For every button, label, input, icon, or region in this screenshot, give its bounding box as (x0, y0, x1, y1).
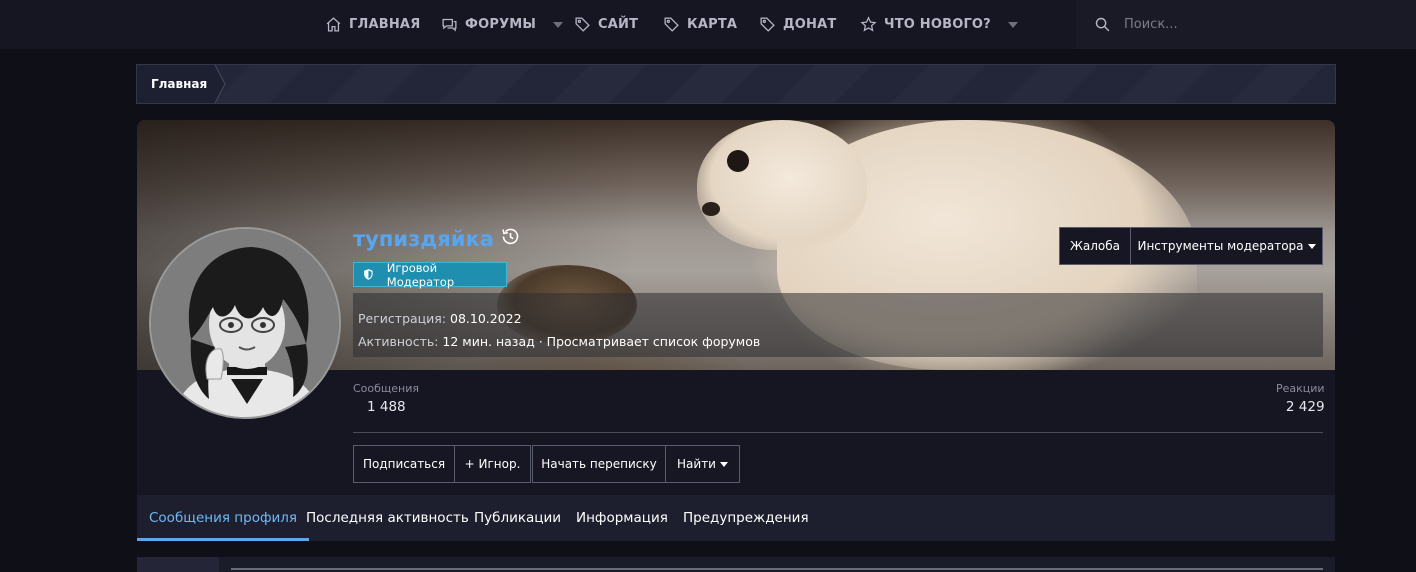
ignore-button-label: + Игнор. (464, 457, 521, 471)
registration-label: Регистрация: (358, 311, 447, 326)
profile-top-actions: Жалоба Инструменты модератора (1059, 227, 1323, 265)
breadcrumb-separator-icon (207, 65, 226, 103)
breadcrumb-home[interactable]: Главная (137, 65, 215, 103)
username[interactable]: тупиздяйка (353, 227, 494, 251)
find-button-label: Найти (677, 457, 716, 471)
activity-label: Активность: (358, 334, 439, 349)
start-conversation-button[interactable]: Начать переписку (533, 446, 665, 482)
shield-icon (364, 269, 373, 280)
search-box (1076, 0, 1416, 49)
chevron-down-icon (1307, 243, 1316, 249)
moderator-tools-label: Инструменты модератора (1137, 239, 1304, 253)
top-navigation: ГЛАВНАЯ ФОРУМЫ САЙТ КАРТА ДОНАТ ЧТО НОВО… (0, 0, 1416, 49)
chat-icon (442, 18, 457, 32)
breadcrumb: Главная (136, 64, 1336, 104)
messages-stat[interactable]: Сообщения 1 488 (353, 382, 419, 415)
profile-posts-panel (137, 557, 1335, 572)
nav-site-label: САЙТ (598, 17, 639, 32)
tab-profile-posts[interactable]: Сообщения профиля (137, 495, 310, 541)
follow-button-label: Подписаться (362, 457, 446, 471)
tab-profile-posts-label: Сообщения профиля (149, 510, 298, 526)
tab-warnings-label: Предупреждения (683, 510, 809, 526)
poster-avatar-placeholder (137, 557, 219, 572)
role-badge: Игровой Модератор (353, 260, 507, 289)
breadcrumb-home-label: Главная (151, 77, 208, 91)
breadcrumb-background (137, 65, 1335, 103)
profile-tabs: Сообщения профиля Последняя активность П… (137, 495, 1335, 541)
nav-donate[interactable]: ДОНАТ (759, 0, 836, 49)
tag-icon (575, 17, 590, 32)
history-icon[interactable] (500, 226, 521, 251)
search-icon[interactable] (1094, 16, 1111, 33)
ignore-button[interactable]: + Игнор. (454, 446, 530, 482)
avatar-image (151, 229, 339, 417)
registration-line: Регистрация: 08.10.2022 (358, 311, 522, 326)
messages-label: Сообщения (353, 382, 420, 395)
nav-site[interactable]: САЙТ (574, 0, 638, 49)
tab-warnings[interactable]: Предупреждения (683, 495, 809, 541)
role-badge-label: Игровой Модератор (386, 260, 455, 289)
tag-icon (760, 17, 775, 32)
avatar[interactable] (149, 227, 341, 419)
post-editor-border[interactable] (231, 568, 1323, 570)
nav-home-label: ГЛАВНАЯ (349, 17, 421, 32)
messages-count: 1 488 (367, 399, 406, 415)
nav-whats-new-label: ЧТО НОВОГО? (884, 17, 991, 32)
tab-latest-activity[interactable]: Последняя активность (306, 495, 469, 541)
reactions-count: 2 429 (1285, 399, 1325, 415)
follow-button[interactable]: Подписаться (354, 446, 454, 482)
tab-postings-label: Публикации (474, 510, 562, 526)
start-conversation-label: Начать переписку (541, 457, 657, 471)
star-icon (860, 16, 877, 32)
stats-divider (353, 432, 1323, 433)
tab-about-label: Информация (576, 510, 668, 526)
search-input[interactable] (1124, 12, 1394, 36)
chevron-down-icon (719, 461, 728, 467)
home-icon (326, 17, 341, 32)
nav-map[interactable]: КАРТА (663, 0, 737, 49)
chevron-down-icon[interactable] (1007, 21, 1018, 28)
profile-card: Регистрация: 08.10.2022 Активность: 12 м… (137, 120, 1335, 541)
chevron-down-icon[interactable] (553, 21, 564, 28)
reactions-stat[interactable]: Реакции 2 429 (1276, 382, 1325, 415)
cover-dog-nose (702, 202, 720, 216)
nav-home[interactable]: ГЛАВНАЯ (325, 0, 420, 49)
activity-line: Активность: 12 мин. назад · Просматривае… (358, 334, 760, 349)
report-button-label: Жалоба (1069, 239, 1121, 253)
tab-about[interactable]: Информация (576, 495, 668, 541)
nav-forums[interactable]: ФОРУМЫ (441, 0, 564, 49)
nav-donate-label: ДОНАТ (783, 17, 837, 32)
tag-icon (664, 17, 679, 32)
nav-map-label: КАРТА (687, 17, 738, 32)
reactions-label: Реакции (1276, 382, 1325, 395)
nav-forums-label: ФОРУМЫ (465, 17, 537, 32)
nav-whats-new[interactable]: ЧТО НОВОГО? (860, 0, 1018, 49)
follow-ignore-group: Подписаться + Игнор. (353, 445, 531, 483)
report-button[interactable]: Жалоба (1060, 228, 1130, 264)
cover-dog-head (697, 120, 867, 250)
find-button[interactable]: Найти (665, 446, 739, 482)
registration-date: 08.10.2022 (450, 311, 522, 326)
username-row: тупиздяйка (353, 226, 521, 251)
tab-postings[interactable]: Публикации (474, 495, 561, 541)
activity-value: 12 мин. назад · Просматривает список фор… (442, 334, 761, 349)
tab-latest-activity-label: Последняя активность (306, 510, 469, 526)
moderator-tools-button[interactable]: Инструменты модератора (1130, 228, 1322, 264)
conversation-find-group: Начать переписку Найти (532, 445, 740, 483)
cover-dog-eye (727, 150, 749, 172)
